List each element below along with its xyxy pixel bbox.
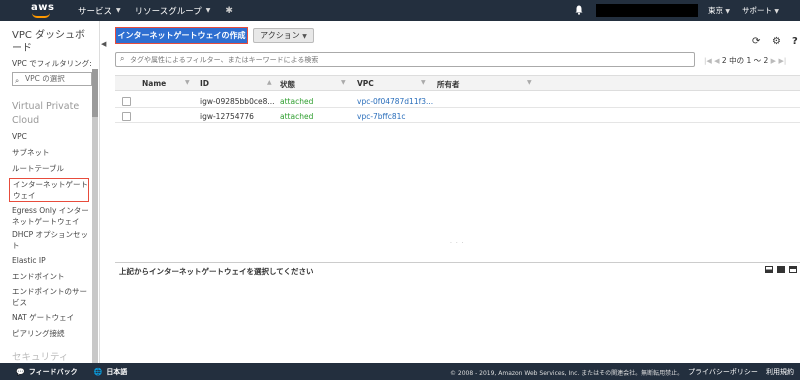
aws-logo[interactable]: aws <box>0 0 54 21</box>
vpc-filter-label: VPC でフィルタリング: <box>12 59 92 68</box>
sidebar-item-peering[interactable]: ピアリング接続 <box>12 328 94 339</box>
cell-state: attached <box>280 112 314 121</box>
search-icon: ⌕ <box>15 76 20 85</box>
language-selector[interactable]: 🌐 日本語 <box>94 367 128 377</box>
row-checkbox[interactable] <box>122 97 131 106</box>
sort-icon[interactable]: ▼ <box>341 79 346 86</box>
collapse-sidebar-icon[interactable]: ◀ <box>101 40 106 48</box>
next-page-icon[interactable]: ▶ <box>771 57 776 65</box>
column-name-label: Name <box>142 79 167 88</box>
resource-groups-label: リソースグループ <box>134 6 202 17</box>
sidebar-item-dhcp-options[interactable]: DHCP オプションセット <box>12 229 94 251</box>
sidebar-item-elastic-ip[interactable]: Elastic IP <box>12 255 94 266</box>
split-view-full-icon[interactable] <box>777 266 785 273</box>
sidebar-title[interactable]: VPC ダッシュボード <box>12 29 92 55</box>
sidebar-item-internet-gateways[interactable]: インターネットゲートウェイ <box>9 178 89 202</box>
pagination-text: 2 中の 1 ～ 2 <box>721 56 769 65</box>
sidebar: VPC ダッシュボード VPC でフィルタリング: ⌕ VPC の選択 Virt… <box>0 21 100 363</box>
language-label: 日本語 <box>106 368 128 376</box>
sidebar-item-egress-only-igw[interactable]: Egress Only インターネットゲートウェイ <box>12 205 94 227</box>
help-icon[interactable]: ? <box>792 36 798 47</box>
create-internet-gateway-button[interactable]: インターネットゲートウェイの作成 <box>115 27 248 44</box>
sidebar-item-vpc[interactable]: VPC <box>12 131 94 142</box>
account-menu[interactable] <box>596 4 698 17</box>
chevron-down-icon: ▼ <box>725 8 731 15</box>
last-page-icon[interactable]: ▶| <box>778 57 786 65</box>
cell-vpc-link[interactable]: vpc-0f04787d11f3... <box>357 97 433 106</box>
footer: 💬 フィードバック 🌐 日本語 © 2008 - 2019, Amazon Web … <box>0 363 800 380</box>
gear-icon[interactable]: ⚙ <box>772 36 781 47</box>
row-checkbox[interactable] <box>122 112 131 121</box>
column-id-label: ID <box>200 79 210 88</box>
sidebar-item-endpoint-services[interactable]: エンドポイントのサービス <box>12 286 94 308</box>
sidebar-section-vpc: Virtual Private Cloud <box>12 101 80 126</box>
first-page-icon[interactable]: |◀ <box>704 57 712 65</box>
sidebar-item-subnets[interactable]: サブネット <box>12 147 94 158</box>
cell-id: igw-09285bb0ce8... <box>200 97 275 106</box>
pagination: |◀ ◀ 2 中の 1 ～ 2 ▶ ▶| <box>704 55 786 66</box>
resource-groups-menu[interactable]: リソースグループ ▼ <box>135 5 211 17</box>
search-input[interactable] <box>130 54 690 65</box>
column-owner-label: 所有者 <box>437 80 460 89</box>
prev-page-icon[interactable]: ◀ <box>714 57 719 65</box>
terms-link[interactable]: 利用規約 <box>766 367 794 377</box>
aws-smile-icon <box>32 13 50 18</box>
detail-pane: 上記からインターネットゲートウェイを選択してください <box>115 262 800 276</box>
sidebar-item-endpoints[interactable]: エンドポイント <box>12 271 94 282</box>
copyright-text: © 2008 - 2019, Amazon Web Services, Inc.… <box>450 370 684 377</box>
region-label: 東京 <box>708 6 723 15</box>
feedback-label: フィードバック <box>28 368 78 376</box>
sidebar-item-route-tables[interactable]: ルートテーブル <box>12 163 94 174</box>
sidebar-scrollbar-track[interactable] <box>92 117 98 363</box>
pin-icon[interactable]: ✱ <box>225 6 233 16</box>
sort-icon[interactable]: ▼ <box>527 79 532 86</box>
detail-empty-message: 上記からインターネットゲートウェイを選択してください <box>119 267 314 276</box>
support-menu[interactable]: サポート ▼ <box>742 5 779 16</box>
column-id[interactable]: ID <box>200 79 209 88</box>
column-state-label: 状態 <box>280 80 295 89</box>
column-owner[interactable]: 所有者 <box>437 79 460 90</box>
split-view-top-icon[interactable] <box>789 266 797 273</box>
services-menu[interactable]: サービス ▼ <box>78 5 121 17</box>
search-icon: ⌕ <box>120 54 125 63</box>
chevron-down-icon: ▼ <box>205 7 211 14</box>
chevron-down-icon: ▼ <box>302 33 307 40</box>
column-vpc-label: VPC <box>357 79 374 88</box>
pane-resize-handle[interactable]: · · · <box>450 240 465 247</box>
chevron-down-icon: ▼ <box>774 8 780 15</box>
speech-bubble-icon: 💬 <box>16 368 25 376</box>
vpc-select[interactable]: ⌕ VPC の選択 <box>12 72 92 86</box>
vpc-select-placeholder: VPC の選択 <box>25 74 65 83</box>
sort-icon[interactable]: ▼ <box>421 79 426 86</box>
cell-vpc-link[interactable]: vpc-7bffc81c <box>357 112 406 121</box>
split-view-bottom-icon[interactable] <box>765 266 773 273</box>
sort-icon[interactable]: ▲ <box>267 79 272 86</box>
column-state[interactable]: 状態 <box>280 79 295 90</box>
region-menu[interactable]: 東京 ▼ <box>708 5 730 16</box>
cell-id: igw-12754776 <box>200 112 254 121</box>
sidebar-item-nat-gateways[interactable]: NAT ゲートウェイ <box>12 312 94 323</box>
table-row[interactable]: igw-09285bb0ce8... attached vpc-0f04787d… <box>115 95 800 108</box>
services-label: サービス <box>78 6 113 17</box>
search-bar[interactable]: ⌕ <box>115 52 695 67</box>
support-label: サポート <box>742 6 772 15</box>
privacy-link[interactable]: プライバシーポリシー <box>688 367 758 377</box>
actions-label: アクション <box>260 31 300 40</box>
sort-icon[interactable]: ▼ <box>185 79 190 86</box>
sidebar-scrollbar-thumb[interactable] <box>92 69 98 117</box>
globe-icon: 🌐 <box>93 368 103 376</box>
chevron-down-icon: ▼ <box>116 7 121 14</box>
actions-button[interactable]: アクション ▼ <box>253 28 314 43</box>
table-header: Name ▼ ID ▲ 状態 ▼ VPC ▼ 所有者 ▼ <box>115 75 800 91</box>
feedback-link[interactable]: 💬 フィードバック <box>16 367 78 377</box>
bell-icon[interactable] <box>575 5 583 15</box>
main-content: インターネットゲートウェイの作成 アクション ▼ ⟳ ⚙ ? ⌕ |◀ ◀ 2 … <box>111 21 800 363</box>
cell-state: attached <box>280 97 314 106</box>
aws-logo-text: aws <box>31 2 55 13</box>
sidebar-section-security: セキュリティ <box>12 352 69 363</box>
refresh-icon[interactable]: ⟳ <box>752 36 760 47</box>
column-vpc[interactable]: VPC <box>357 79 374 88</box>
table-row[interactable]: igw-12754776 attached vpc-7bffc81c <box>115 110 800 123</box>
column-name[interactable]: Name <box>142 79 166 88</box>
